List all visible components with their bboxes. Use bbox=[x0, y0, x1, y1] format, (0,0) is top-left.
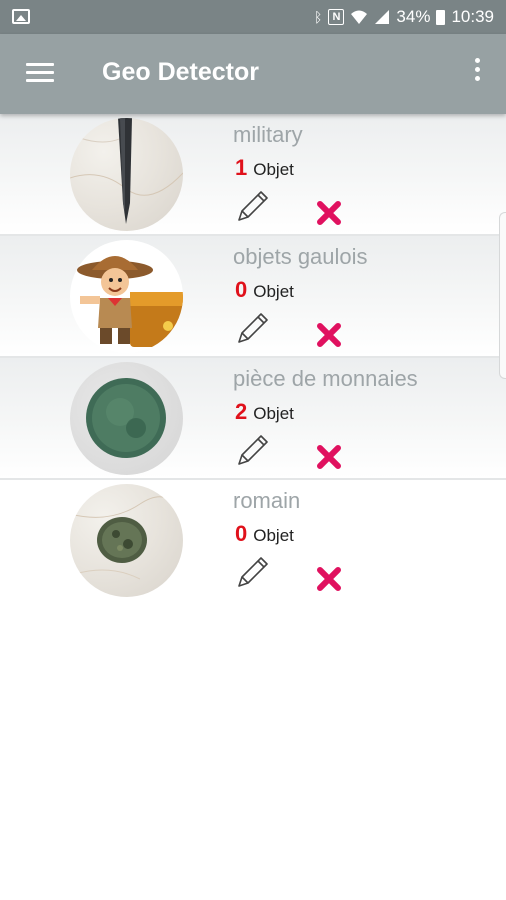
bluetooth-icon: ᛒ bbox=[314, 9, 323, 25]
count-value: 0 bbox=[235, 521, 248, 546]
more-options-icon[interactable] bbox=[472, 58, 482, 90]
item-count: 0 Objet bbox=[235, 277, 294, 303]
count-label: Objet bbox=[253, 404, 294, 423]
status-bar: ᛒ N 34% 10:39 bbox=[0, 0, 506, 34]
gallery-notification-icon bbox=[12, 9, 30, 24]
edit-pencil-icon[interactable] bbox=[234, 309, 272, 347]
collection-list: military 1 Objet objets gaulois 0 Objet … bbox=[0, 114, 506, 600]
list-item[interactable]: romain 0 Objet bbox=[0, 480, 506, 600]
scroll-handle[interactable] bbox=[499, 212, 506, 379]
list-item[interactable]: pièce de monnaies 2 Objet bbox=[0, 358, 506, 480]
app-title: Geo Detector bbox=[102, 58, 259, 86]
item-photo bbox=[70, 240, 183, 353]
item-photo bbox=[70, 484, 183, 597]
item-name: romain bbox=[233, 488, 301, 513]
battery-icon bbox=[436, 9, 446, 25]
delete-icon[interactable] bbox=[316, 566, 342, 592]
app-bar: Geo Detector bbox=[0, 34, 506, 114]
status-right: ᛒ N 34% 10:39 bbox=[314, 7, 494, 27]
count-label: Objet bbox=[253, 282, 294, 301]
menu-icon[interactable] bbox=[26, 63, 54, 85]
count-label: Objet bbox=[253, 526, 294, 545]
nfc-icon: N bbox=[328, 9, 345, 25]
item-name: military bbox=[233, 122, 303, 147]
wifi-icon bbox=[351, 10, 368, 24]
count-value: 2 bbox=[235, 399, 248, 424]
count-value: 1 bbox=[235, 155, 248, 180]
count-label: Objet bbox=[253, 160, 294, 179]
item-photo bbox=[70, 362, 183, 475]
item-name: pièce de monnaies bbox=[233, 366, 418, 391]
delete-icon[interactable] bbox=[316, 200, 342, 226]
list-item[interactable]: objets gaulois 0 Objet bbox=[0, 236, 506, 358]
item-photo bbox=[70, 118, 183, 231]
item-count: 2 Objet bbox=[235, 399, 294, 425]
item-name: objets gaulois bbox=[233, 244, 368, 269]
edit-pencil-icon[interactable] bbox=[234, 553, 272, 591]
item-count: 1 Objet bbox=[235, 155, 294, 181]
edit-pencil-icon[interactable] bbox=[234, 431, 272, 469]
list-item[interactable]: military 1 Objet bbox=[0, 114, 506, 236]
item-count: 0 Objet bbox=[235, 521, 294, 547]
edit-pencil-icon[interactable] bbox=[234, 187, 272, 225]
signal-icon bbox=[375, 10, 390, 24]
delete-icon[interactable] bbox=[316, 444, 342, 470]
battery-percent: 34% bbox=[396, 7, 431, 26]
count-value: 0 bbox=[235, 277, 248, 302]
clock: 10:39 bbox=[451, 7, 494, 26]
delete-icon[interactable] bbox=[316, 322, 342, 348]
